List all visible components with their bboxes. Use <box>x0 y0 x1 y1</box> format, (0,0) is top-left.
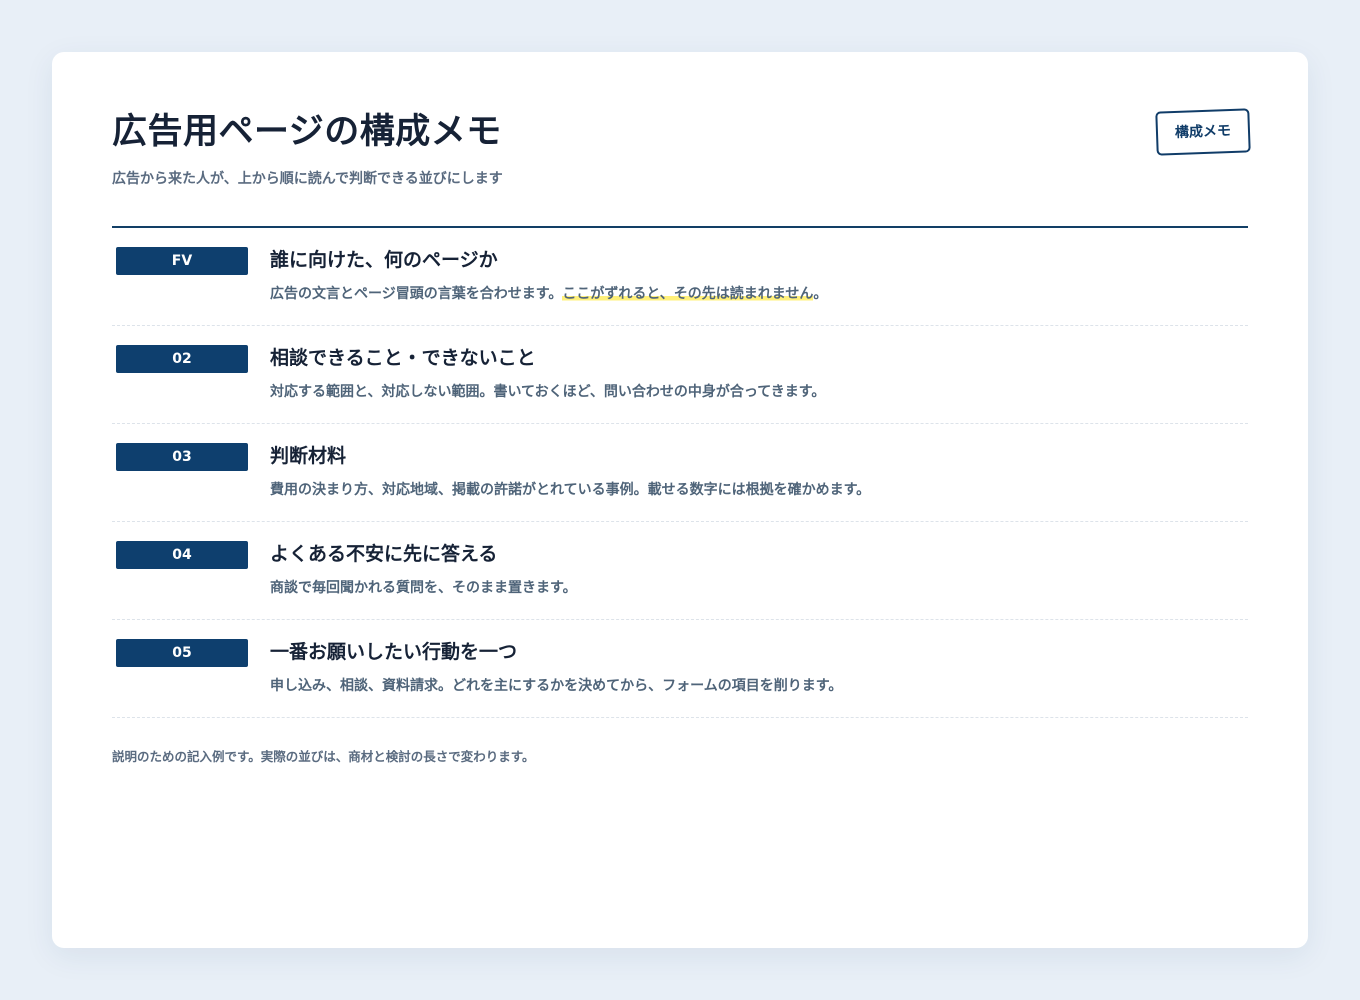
section-row-02: 02 相談できること・できないこと 対応する範囲と、対応しない範囲。書いておくほ… <box>112 326 1248 424</box>
section-row-03: 03 判断材料 費用の決まり方、対応地域、掲載の許諾がとれている事例。載せる数字… <box>112 424 1248 522</box>
section-description-text: 広告の文言とページ冒頭の言葉を合わせます。 <box>270 286 563 302</box>
section-badge: 04 <box>116 541 248 569</box>
section-badge: 02 <box>116 345 248 373</box>
section-heading: 相談できること・できないこと <box>270 347 536 369</box>
highlighted-text: ここがずれると、その先は読まれません <box>562 286 814 302</box>
section-description: 対応する範囲と、対応しない範囲。書いておくほど、問い合わせの中身が合ってきます。 <box>270 384 826 400</box>
section-description: 商談で毎回聞かれる質問を、そのまま置きます。 <box>270 580 577 596</box>
section-row-fv: FV 誰に向けた、何のページか 広告の文言とページ冒頭の言葉を合わせます。ここが… <box>112 228 1248 326</box>
footnote: 説明のための記入例です。実際の並びは、商材と検討の長さで変わります。 <box>112 749 535 764</box>
section-description: 広告の文言とページ冒頭の言葉を合わせます。ここがずれると、その先は読まれません。 <box>270 284 827 304</box>
document-card: 広告用ページの構成メモ 広告から来た人が、上から順に読んで判断できる並びにします… <box>52 52 1308 948</box>
section-heading: 誰に向けた、何のページか <box>270 249 498 271</box>
memo-stamp: 構成メモ <box>1155 108 1251 156</box>
page-title: 広告用ページの構成メモ <box>112 112 502 152</box>
section-heading: 一番お願いしたい行動を一つ <box>270 641 518 663</box>
section-heading: 判断材料 <box>270 445 347 467</box>
section-row-05: 05 一番お願いしたい行動を一つ 申し込み、相談、資料請求。どれを主にするかを決… <box>112 620 1248 718</box>
page-subtitle: 広告から来た人が、上から順に読んで判断できる並びにします <box>112 171 503 187</box>
section-row-04: 04 よくある不安に先に答える 商談で毎回聞かれる質問を、そのまま置きます。 <box>112 522 1248 620</box>
section-description-end: 。 <box>813 286 828 302</box>
section-badge: 03 <box>116 443 248 471</box>
section-description: 申し込み、相談、資料請求。どれを主にするかを決めてから、フォームの項目を削ります… <box>270 678 843 694</box>
section-badge: 05 <box>116 639 248 667</box>
section-heading: よくある不安に先に答える <box>270 543 498 565</box>
header: 広告用ページの構成メモ 広告から来た人が、上から順に読んで判断できる並びにします <box>112 110 1248 189</box>
section-list: FV 誰に向けた、何のページか 広告の文言とページ冒頭の言葉を合わせます。ここが… <box>112 226 1248 718</box>
section-description: 費用の決まり方、対応地域、掲載の許諾がとれている事例。載せる数字には根拠を確かめ… <box>270 482 871 498</box>
section-badge: FV <box>116 247 248 275</box>
